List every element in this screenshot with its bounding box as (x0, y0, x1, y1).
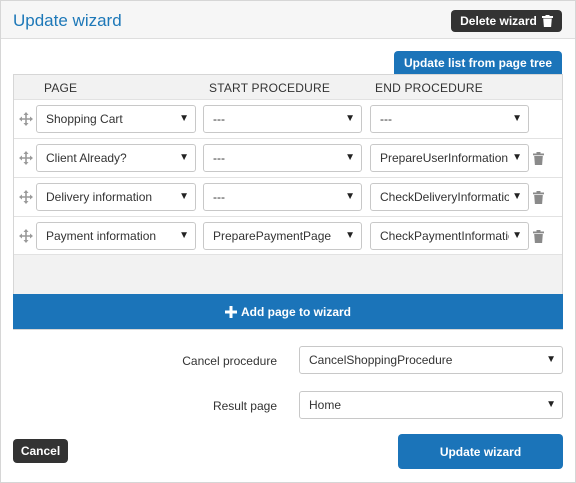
dropdown-arrow-icon: ▼ (176, 184, 189, 210)
column-header-start-procedure: START PROCEDURE (209, 81, 331, 95)
dropdown-arrow-icon: ▼ (509, 223, 522, 249)
move-icon[interactable] (19, 229, 33, 243)
dropdown-arrow-icon: ▼ (509, 184, 522, 210)
page-select[interactable]: Payment information ▼ (36, 222, 196, 250)
table-row: Client Already? ▼ --- ▼ PrepareUserInfor… (14, 138, 562, 177)
move-icon[interactable] (19, 151, 33, 165)
move-icon[interactable] (19, 190, 33, 204)
trash-icon[interactable] (533, 152, 544, 165)
dropdown-arrow-icon: ▼ (546, 354, 556, 365)
result-page-label: Result page (212, 399, 277, 413)
trash-icon (541, 15, 553, 27)
table-row: Shopping Cart ▼ --- ▼ --- ▼ (14, 99, 562, 138)
dropdown-arrow-icon: ▼ (546, 399, 556, 410)
dropdown-arrow-icon: ▼ (342, 184, 355, 210)
delete-wizard-label: Delete wizard (460, 14, 537, 28)
page-select-value: Delivery information (46, 190, 153, 204)
end-procedure-select[interactable]: CheckDeliveryInformation ▼ (370, 183, 529, 211)
delete-wizard-button[interactable]: Delete wizard (451, 10, 562, 32)
dropdown-arrow-icon: ▼ (509, 106, 522, 132)
start-procedure-value: --- (213, 151, 225, 165)
cancel-procedure-value: CancelShoppingProcedure (309, 353, 453, 367)
end-procedure-value: --- (380, 112, 392, 126)
trash-icon[interactable] (533, 191, 544, 204)
end-procedure-select[interactable]: --- ▼ (370, 105, 529, 133)
page-select[interactable]: Client Already? ▼ (36, 144, 196, 172)
plus-icon (224, 305, 237, 318)
end-procedure-select[interactable]: CheckPaymentInformation ▼ (370, 222, 529, 250)
end-procedure-value: PrepareUserInformation (380, 151, 509, 165)
update-wizard-dialog: Update wizard Delete wizard Update list … (0, 0, 576, 483)
page-select-value: Shopping Cart (46, 112, 123, 126)
column-header-end-procedure: END PROCEDURE (375, 81, 483, 95)
table-row: Delivery information ▼ --- ▼ CheckDelive… (14, 177, 562, 216)
start-procedure-value: PreparePaymentPage (213, 229, 332, 243)
end-procedure-value: CheckDeliveryInformation (380, 190, 518, 204)
dialog-header: Update wizard Delete wizard (1, 1, 575, 39)
page-select[interactable]: Delivery information ▼ (36, 183, 196, 211)
dropdown-arrow-icon: ▼ (342, 145, 355, 171)
page-select-value: Client Already? (46, 151, 127, 165)
start-procedure-value: --- (213, 112, 225, 126)
column-header-page: PAGE (44, 81, 78, 95)
add-page-label: Add page to wizard (240, 304, 351, 319)
cancel-procedure-label: Cancel procedure (182, 354, 277, 368)
cancel-procedure-select[interactable]: CancelShoppingProcedure ▼ (299, 346, 563, 374)
start-procedure-select[interactable]: PreparePaymentPage ▼ (203, 222, 362, 250)
result-page-select[interactable]: Home ▼ (299, 391, 563, 419)
dropdown-arrow-icon: ▼ (509, 145, 522, 171)
dropdown-arrow-icon: ▼ (176, 106, 189, 132)
trash-icon[interactable] (533, 230, 544, 243)
table-row: Payment information ▼ PreparePaymentPage… (14, 216, 562, 255)
dialog-title: Update wizard (13, 11, 122, 30)
dropdown-arrow-icon: ▼ (342, 223, 355, 249)
move-icon[interactable] (19, 112, 33, 126)
wizard-pages-table: PAGE START PROCEDURE END PROCEDURE Shopp… (13, 74, 563, 330)
start-procedure-select[interactable]: --- ▼ (203, 105, 362, 133)
result-page-value: Home (309, 398, 342, 412)
dropdown-arrow-icon: ▼ (342, 106, 355, 132)
add-page-to-wizard-button[interactable]: Add page to wizard (13, 294, 563, 329)
page-select-value: Payment information (46, 229, 157, 243)
start-procedure-select[interactable]: --- ▼ (203, 144, 362, 172)
start-procedure-select[interactable]: --- ▼ (203, 183, 362, 211)
start-procedure-value: --- (213, 190, 225, 204)
page-select[interactable]: Shopping Cart ▼ (36, 105, 196, 133)
end-procedure-value: CheckPaymentInformation (380, 229, 522, 243)
dropdown-arrow-icon: ▼ (176, 223, 189, 249)
end-procedure-select[interactable]: PrepareUserInformation ▼ (370, 144, 529, 172)
update-wizard-button[interactable]: Update wizard (398, 434, 563, 469)
update-list-from-page-tree-button[interactable]: Update list from page tree (394, 51, 562, 75)
cancel-button[interactable]: Cancel (13, 439, 68, 463)
dropdown-arrow-icon: ▼ (176, 145, 189, 171)
